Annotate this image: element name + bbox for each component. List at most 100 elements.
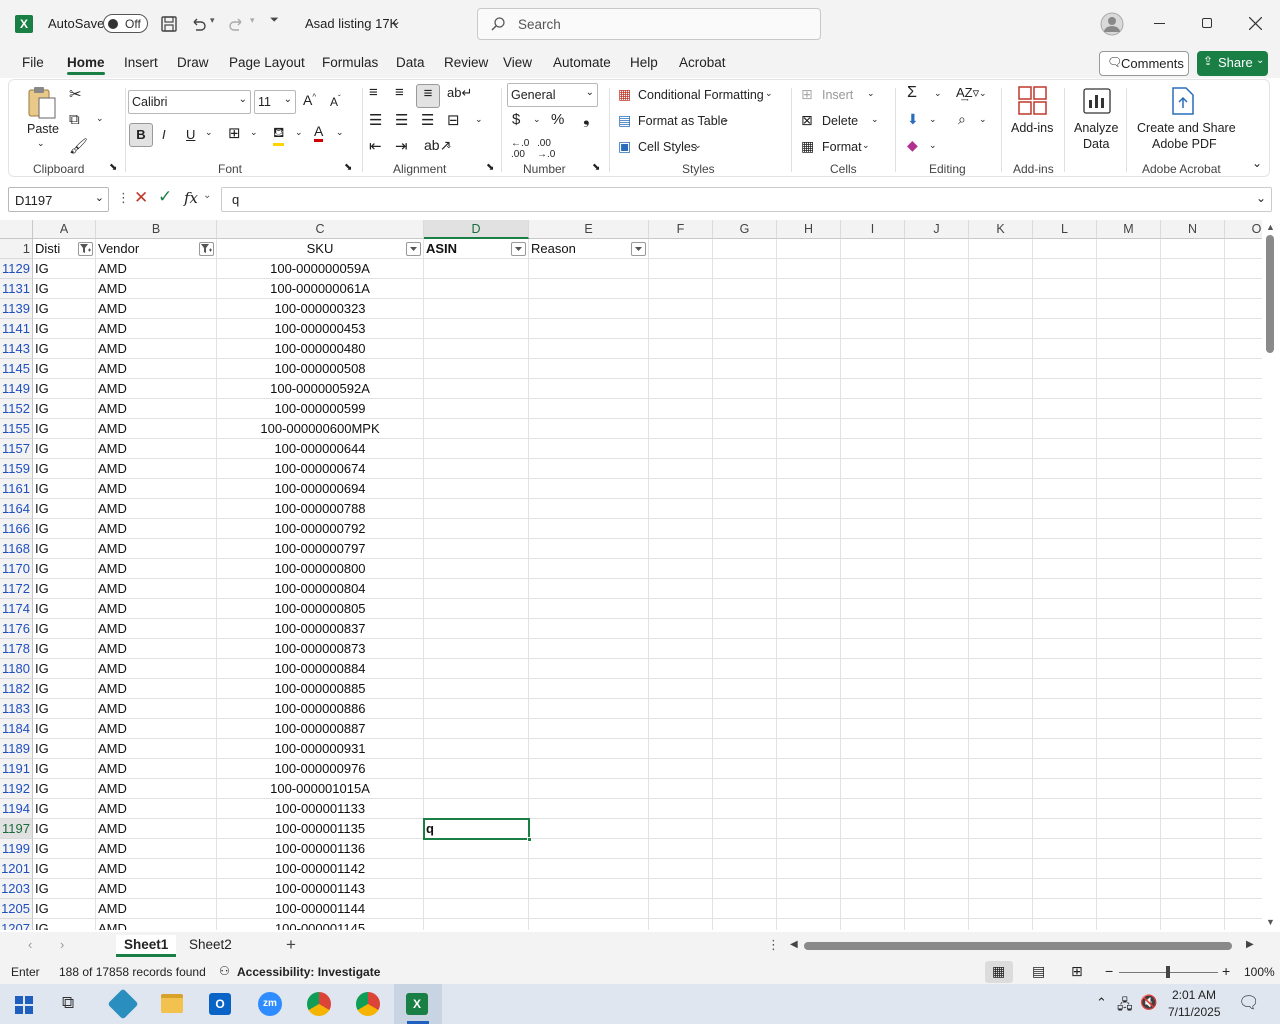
cell[interactable]	[713, 719, 777, 739]
cell[interactable]	[649, 379, 713, 399]
cell[interactable]	[1097, 579, 1161, 599]
filter-dropdown-icon[interactable]	[631, 242, 646, 256]
cell-vendor[interactable]: AMD	[96, 419, 217, 439]
cell[interactable]	[649, 859, 713, 879]
cell-asin[interactable]	[424, 519, 529, 539]
cell[interactable]	[969, 339, 1033, 359]
cell[interactable]	[1161, 539, 1225, 559]
cell-reason[interactable]	[529, 279, 649, 299]
cell[interactable]	[777, 499, 841, 519]
cell[interactable]	[905, 719, 969, 739]
cell[interactable]	[649, 619, 713, 639]
cell-reason[interactable]	[529, 559, 649, 579]
cell[interactable]	[1033, 599, 1097, 619]
cell-vendor[interactable]: AMD	[96, 439, 217, 459]
volume-muted-icon[interactable]: 🔇	[1140, 994, 1157, 1011]
cell[interactable]	[1097, 839, 1161, 859]
cell[interactable]	[1225, 819, 1262, 839]
cell[interactable]	[841, 319, 905, 339]
cell-disti[interactable]: IG	[33, 639, 96, 659]
cell[interactable]	[841, 419, 905, 439]
cell[interactable]	[1033, 719, 1097, 739]
cell[interactable]	[969, 779, 1033, 799]
cell-disti[interactable]: IG	[33, 659, 96, 679]
scroll-right-icon[interactable]: ▶	[1246, 939, 1254, 950]
undo-icon[interactable]	[189, 15, 207, 33]
cell[interactable]	[969, 519, 1033, 539]
increase-font-icon[interactable]: A^	[303, 92, 316, 108]
column-header-l[interactable]: L	[1033, 220, 1097, 239]
cell[interactable]	[777, 759, 841, 779]
cell[interactable]	[841, 279, 905, 299]
app-icon-1[interactable]	[107, 988, 139, 1020]
filter-active-icon[interactable]	[78, 242, 93, 256]
cell-asin[interactable]	[424, 359, 529, 379]
cell[interactable]	[777, 299, 841, 319]
cell[interactable]	[1097, 919, 1161, 930]
cell[interactable]	[1225, 239, 1262, 259]
next-sheet-icon[interactable]: ›	[60, 937, 64, 952]
cell[interactable]	[777, 719, 841, 739]
format-cells-icon[interactable]: ▦	[801, 138, 814, 155]
cell-asin[interactable]	[424, 859, 529, 879]
sheet-tab-sheet1[interactable]: Sheet1	[116, 935, 177, 957]
underline-dropdown-icon[interactable]: ⌄	[205, 127, 213, 138]
cell-vendor[interactable]: AMD	[96, 459, 217, 479]
cell-sku[interactable]: 100-000000886	[217, 699, 424, 719]
cell-vendor[interactable]: AMD	[96, 879, 217, 899]
cell-disti[interactable]: IG	[33, 439, 96, 459]
cell[interactable]	[841, 659, 905, 679]
cell[interactable]	[1161, 499, 1225, 519]
cell-asin[interactable]	[424, 379, 529, 399]
cell-sku[interactable]: 100-000000885	[217, 679, 424, 699]
cell[interactable]	[713, 559, 777, 579]
redo-dropdown-icon[interactable]: ▾	[250, 15, 255, 26]
analyze-data-icon[interactable]	[1082, 86, 1112, 116]
fill-handle[interactable]	[527, 837, 532, 842]
cell[interactable]	[905, 479, 969, 499]
cell[interactable]	[1225, 579, 1262, 599]
redo-icon[interactable]	[228, 15, 246, 33]
cell[interactable]	[1097, 319, 1161, 339]
prev-sheet-icon[interactable]: ‹	[28, 937, 32, 952]
column-header-d[interactable]: D	[424, 220, 529, 239]
cell[interactable]	[713, 439, 777, 459]
cell[interactable]	[777, 479, 841, 499]
cell[interactable]	[1097, 739, 1161, 759]
accessibility-icon[interactable]: ⚇	[219, 964, 230, 978]
cell[interactable]	[649, 419, 713, 439]
cell[interactable]	[841, 459, 905, 479]
column-header-m[interactable]: M	[1097, 220, 1161, 239]
cell[interactable]	[1161, 759, 1225, 779]
tab-view[interactable]: View	[503, 55, 532, 70]
cell[interactable]	[1097, 379, 1161, 399]
cell-vendor[interactable]: AMD	[96, 899, 217, 919]
cell-reason[interactable]	[529, 899, 649, 919]
cell[interactable]	[713, 679, 777, 699]
file-explorer-icon[interactable]	[161, 994, 183, 1013]
font-size-select[interactable]: 11 ⌄	[254, 90, 296, 114]
cell[interactable]	[1161, 779, 1225, 799]
cell[interactable]	[1225, 599, 1262, 619]
cell[interactable]	[1097, 359, 1161, 379]
cell[interactable]	[649, 679, 713, 699]
cell-reason[interactable]	[529, 619, 649, 639]
row-header[interactable]: 1189	[0, 739, 33, 759]
cell[interactable]	[1225, 259, 1262, 279]
cell[interactable]	[649, 399, 713, 419]
number-launcher-icon[interactable]: ⬊	[592, 162, 600, 173]
cell[interactable]	[713, 619, 777, 639]
tab-draw[interactable]: Draw	[177, 55, 209, 70]
cell[interactable]	[777, 459, 841, 479]
cell[interactable]	[1225, 919, 1262, 930]
cell[interactable]	[713, 739, 777, 759]
italic-button[interactable]: I	[162, 127, 166, 142]
cell[interactable]	[1097, 419, 1161, 439]
cell[interactable]	[1097, 599, 1161, 619]
cell-disti[interactable]: IG	[33, 379, 96, 399]
add-ins-button[interactable]: Add-ins	[1011, 121, 1053, 135]
cell-asin[interactable]	[424, 719, 529, 739]
cell[interactable]	[649, 839, 713, 859]
cell[interactable]	[777, 379, 841, 399]
cell[interactable]	[649, 559, 713, 579]
